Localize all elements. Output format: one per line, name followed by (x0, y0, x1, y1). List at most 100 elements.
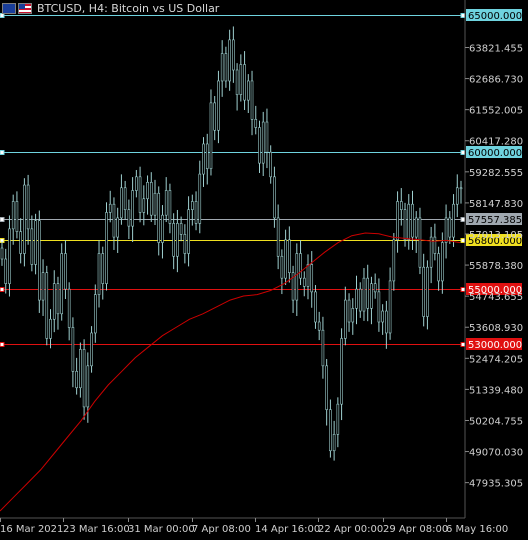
candle-body (71, 327, 75, 372)
candle-body (444, 217, 448, 243)
candle-body (153, 192, 157, 216)
level-handle[interactable] (460, 238, 466, 243)
candle-body (299, 253, 302, 279)
candle-body (321, 329, 325, 367)
level-price-tag-label: 53000.000 (468, 340, 522, 351)
level-handle[interactable] (0, 287, 5, 292)
price-tick-label: 61552.005 (469, 106, 523, 117)
candle-body (344, 299, 347, 339)
candle-body (205, 143, 209, 169)
candle-body (19, 231, 22, 254)
candle-body (426, 266, 429, 317)
candle-series (0, 26, 463, 461)
candle-body (97, 253, 101, 295)
candle-body (388, 280, 392, 334)
price-tick-label: 47935.305 (469, 479, 523, 490)
price-tick-label: 58147.830 (469, 199, 523, 210)
candle-body (26, 184, 30, 230)
candle-body (202, 143, 205, 175)
candle-body (79, 349, 82, 389)
candle-body (314, 291, 317, 323)
level-handle[interactable] (460, 342, 466, 347)
candle-body (135, 176, 138, 191)
candle-body (172, 223, 175, 257)
candle-body (414, 217, 418, 238)
candle-body (41, 272, 45, 301)
candle-body (459, 187, 463, 190)
candle-body (239, 64, 243, 95)
candle-body (366, 277, 370, 309)
candle-body (164, 190, 168, 216)
candle-body (329, 409, 332, 452)
candle-body (261, 121, 265, 164)
candle-body (90, 332, 93, 367)
candle-body (373, 283, 377, 293)
time-tick-label: 23 Mar 16:00 (63, 524, 130, 535)
candle-body (455, 187, 459, 205)
level-price-tag-label: 60000.000 (468, 148, 522, 159)
level-price-tag-label: 65000.000 (468, 11, 522, 22)
candle-body (123, 187, 127, 210)
candle-body (168, 190, 172, 224)
candle-body (60, 253, 64, 315)
candle-body (82, 349, 86, 408)
candle-body (67, 288, 71, 328)
candle-body (429, 236, 433, 268)
level-handle[interactable] (460, 217, 466, 222)
level-handle[interactable] (0, 150, 5, 155)
candle-body (30, 228, 34, 265)
candle-body (131, 190, 134, 227)
level-handle[interactable] (460, 13, 466, 18)
level-handle[interactable] (0, 217, 5, 222)
candle-body (381, 310, 384, 323)
candle-body (232, 39, 235, 71)
candle-body (235, 69, 239, 95)
candle-body (64, 253, 67, 290)
candle-body (407, 203, 411, 241)
time-tick-label: 29 Apr 08:00 (383, 524, 448, 535)
candle-body (273, 176, 276, 219)
candle-body (198, 173, 202, 224)
candle-body (295, 253, 299, 301)
candle-body (288, 239, 291, 273)
time-tick-label: 16 Mar 2021 (0, 524, 63, 535)
chart-title: BTCUSD, H4: Bitcoin vs US Dollar (37, 1, 220, 15)
candle-body (284, 239, 287, 279)
candle-body (191, 201, 194, 210)
time-tick-label: 22 Apr 00:00 (318, 524, 383, 535)
candle-body (176, 223, 179, 257)
level-handle[interactable] (460, 150, 466, 155)
level-handle[interactable] (460, 287, 466, 292)
price-tick-label: 60417.280 (469, 137, 523, 148)
time-tick-label: 14 Apr 16:00 (255, 524, 320, 535)
time-tick-label: 31 Mar 00:00 (128, 524, 195, 535)
candle-body (351, 308, 355, 323)
candle-body (302, 277, 306, 287)
candle-body (23, 184, 26, 254)
candle-body (86, 365, 90, 408)
candle-body (161, 214, 164, 243)
candle-body (254, 119, 258, 128)
candle-body (399, 201, 403, 210)
candle-body (11, 201, 15, 230)
candle-body (306, 264, 310, 287)
candle-body (209, 102, 213, 169)
candle-body (422, 266, 425, 317)
candle-body (213, 102, 217, 131)
candle-body (49, 318, 52, 339)
moving-average-line (0, 232, 461, 512)
candle-body (433, 236, 437, 254)
candle-body (265, 121, 269, 153)
candle-body (149, 182, 153, 216)
candle-body (75, 371, 78, 389)
price-chart[interactable]: 65000.000 60000.000 57557.385 56800.000 5500… (0, 0, 528, 540)
candle-body (112, 203, 116, 238)
level-handle[interactable] (0, 342, 5, 347)
candle-body (385, 310, 388, 334)
chart-canvas[interactable]: 65000.00060000.00057557.38556800.0005500… (0, 0, 528, 540)
candle-body (418, 217, 422, 268)
price-tick-label: 53608.930 (469, 323, 523, 334)
candle-body (93, 294, 97, 334)
candle-body (250, 80, 254, 120)
candle-body (56, 283, 60, 315)
